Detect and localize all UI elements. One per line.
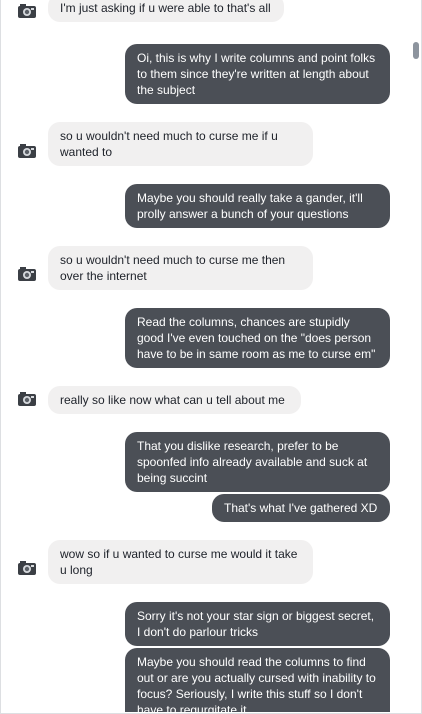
outgoing-message[interactable]: Read the columns, chances are stupidly g…	[125, 308, 390, 368]
message-text: Maybe you should really take a gander, i…	[137, 191, 363, 221]
outgoing-message[interactable]: That's what I've gathered XD	[212, 494, 390, 522]
outgoing-message[interactable]: That you dislike research, prefer to be …	[125, 432, 390, 492]
message-text: wow so if u wanted to curse me would it …	[60, 547, 298, 577]
incoming-message[interactable]: really so like now what can u tell about…	[48, 386, 301, 414]
outgoing-message[interactable]: Oi, this is why I write columns and poin…	[125, 44, 390, 104]
incoming-message[interactable]: wow so if u wanted to curse me would it …	[48, 540, 313, 584]
incoming-message[interactable]: I'm just asking if u were able to that's…	[48, 0, 284, 22]
message-text: really so like now what can u tell about…	[60, 393, 285, 407]
contact-avatar-icon[interactable]	[18, 3, 36, 19]
message-text: Oi, this is why I write columns and poin…	[137, 51, 376, 97]
message-text: That's what I've gathered XD	[224, 501, 378, 515]
message-text: Read the columns, chances are stupidly g…	[137, 315, 376, 361]
outgoing-message[interactable]: Maybe you should really take a gander, i…	[125, 184, 390, 228]
outgoing-message[interactable]: Sorry it's not your star sign or biggest…	[125, 602, 390, 646]
message-text: That you dislike research, prefer to be …	[137, 439, 368, 485]
outgoing-message[interactable]: Maybe you should read the columns to fin…	[125, 648, 390, 712]
message-text: Sorry it's not your star sign or biggest…	[137, 609, 375, 639]
contact-avatar-icon[interactable]	[18, 560, 36, 576]
incoming-message[interactable]: so u wouldn't need much to curse me if u…	[48, 122, 313, 166]
incoming-message[interactable]: so u wouldn't need much to curse me then…	[48, 246, 313, 290]
message-text: I'm just asking if u were able to that's…	[60, 1, 271, 15]
contact-avatar-icon[interactable]	[18, 391, 36, 407]
contact-avatar-icon[interactable]	[18, 266, 36, 282]
contact-avatar-icon[interactable]	[18, 143, 36, 159]
message-text: so u wouldn't need much to curse me if u…	[60, 129, 278, 159]
message-text: Maybe you should read the columns to fin…	[137, 655, 376, 712]
chat-thread: I'm just asking if u were able to that's…	[0, 0, 422, 714]
scrollbar-thumb[interactable]	[413, 42, 419, 59]
message-text: so u wouldn't need much to curse me then…	[60, 253, 286, 283]
